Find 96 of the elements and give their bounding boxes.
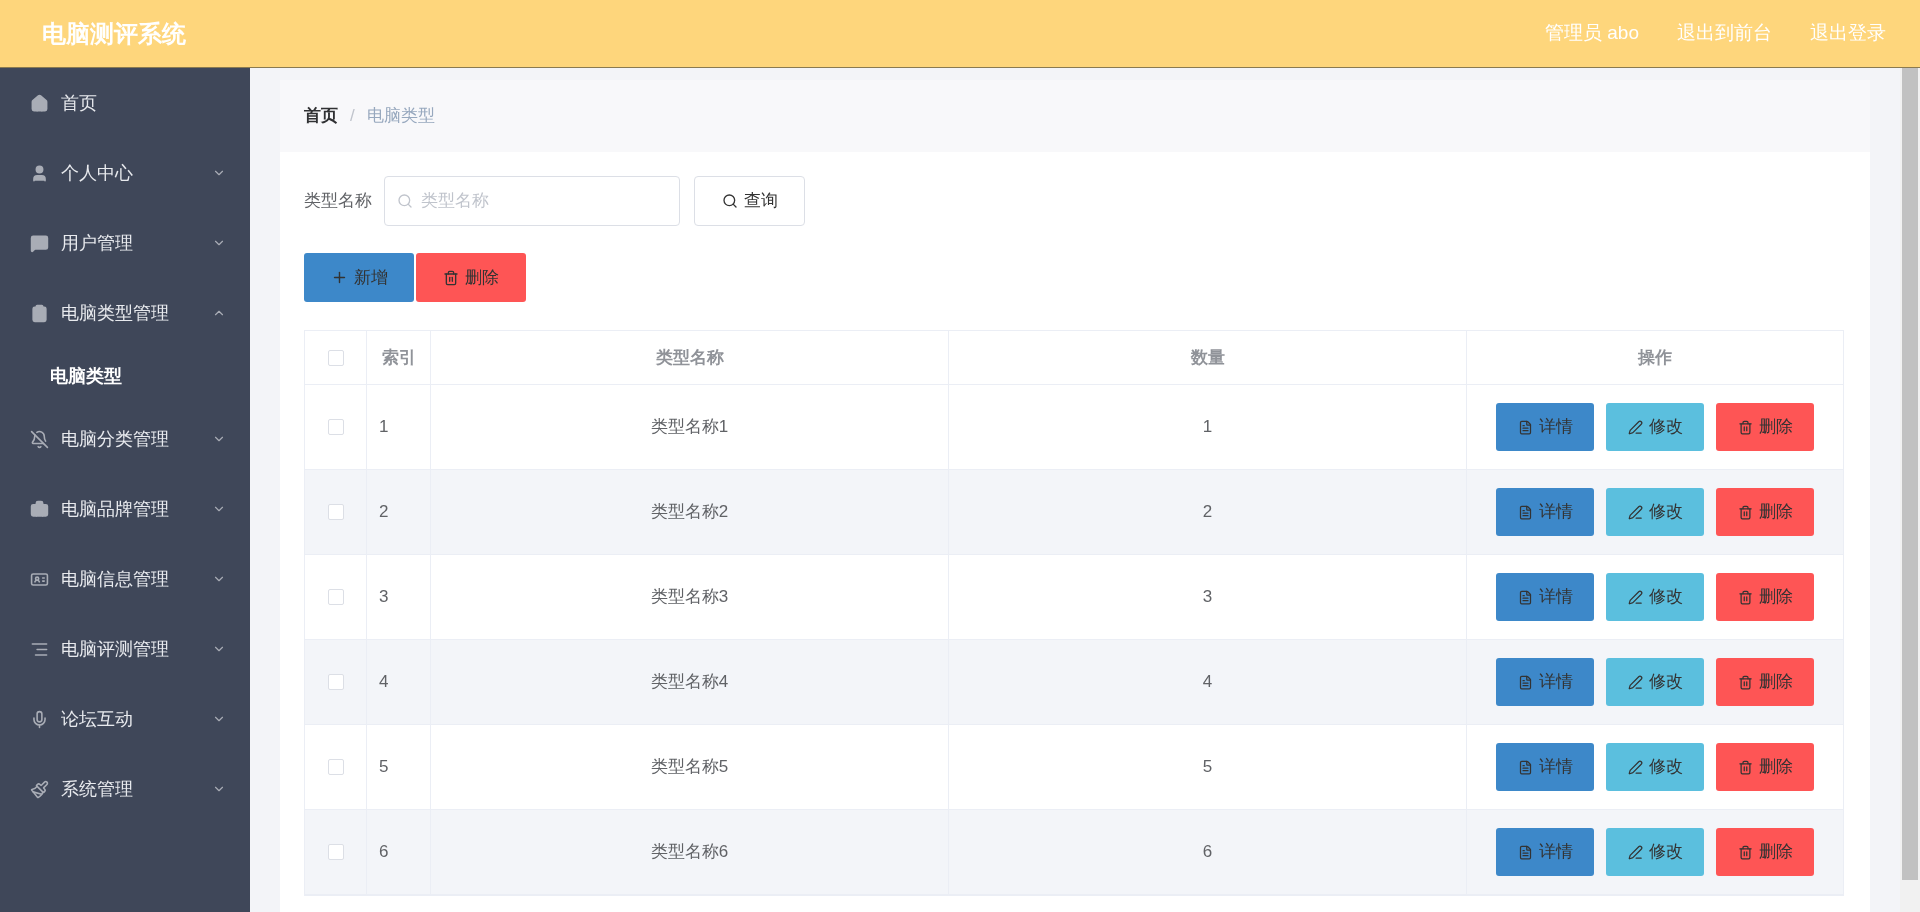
table-cell-text: 1 <box>1202 416 1213 439</box>
checkbox[interactable] <box>327 349 344 366</box>
delete-button[interactable]: 删除 <box>1716 743 1814 791</box>
table-cell-text: 2 <box>1202 501 1213 524</box>
bell-off-icon <box>30 429 49 449</box>
sidebar-item[interactable]: 电脑信息管理 <box>0 544 250 614</box>
trash-icon <box>1737 759 1753 775</box>
search-label: 类型名称 <box>304 190 372 213</box>
sidebar-item[interactable]: 电脑分类管理 <box>0 404 250 474</box>
detail-button[interactable]: 详情 <box>1496 488 1594 536</box>
checkbox[interactable] <box>327 504 344 520</box>
trash-icon <box>443 269 459 286</box>
document-icon <box>1517 419 1533 435</box>
table-cell-text: 6 <box>1202 841 1213 864</box>
pen-icon <box>1627 419 1643 435</box>
sidebar-subitem[interactable]: 电脑类型 <box>0 348 250 404</box>
delete-button[interactable]: 删除 <box>1716 573 1814 621</box>
column-header: 类型名称 <box>655 346 724 369</box>
table-cell-text: 类型名称4 <box>650 671 729 694</box>
column-header: 数量 <box>1190 346 1225 369</box>
search-icon <box>721 193 738 209</box>
microphone-icon <box>30 709 49 729</box>
trash-icon <box>1737 504 1753 520</box>
edit-button[interactable]: 修改 <box>1606 658 1704 706</box>
table-cell-text: 5 <box>1202 756 1213 779</box>
table-cell-text: 1 <box>379 416 389 439</box>
sidebar-item[interactable]: 个人中心 <box>0 138 250 208</box>
pen-icon <box>1627 674 1643 690</box>
pen-icon <box>1627 759 1643 775</box>
column-header: 索引 <box>381 346 416 369</box>
column-header: 操作 <box>1638 346 1672 369</box>
edit-button[interactable]: 修改 <box>1606 403 1704 451</box>
table-cell-text: 类型名称5 <box>650 756 729 779</box>
table-cell-text: 3 <box>1202 586 1213 609</box>
delete-button[interactable]: 删除 <box>1716 658 1814 706</box>
add-button[interactable]: 新增 <box>304 253 414 302</box>
scrollbar[interactable] <box>1900 68 1920 912</box>
checkbox[interactable] <box>327 589 344 605</box>
chat-icon <box>30 233 49 253</box>
edit-button[interactable]: 修改 <box>1606 573 1704 621</box>
table-cell-text: 类型名称6 <box>650 841 729 864</box>
search-button[interactable]: 查询 <box>694 176 805 226</box>
table-cell-text: 2 <box>379 501 389 524</box>
sidebar-item[interactable]: 论坛互动 <box>0 684 250 754</box>
breadcrumb-separator: / <box>350 105 355 128</box>
trash-icon <box>1737 419 1753 435</box>
sidebar-item[interactable]: 电脑评测管理 <box>0 614 250 684</box>
delete-button[interactable]: 删除 <box>1716 403 1814 451</box>
pen-icon <box>1627 504 1643 520</box>
document-icon <box>1517 844 1533 860</box>
edit-button[interactable]: 修改 <box>1606 488 1704 536</box>
table-cell-text: 类型名称1 <box>650 416 729 439</box>
checkbox[interactable] <box>327 674 344 690</box>
document-icon <box>1517 674 1533 690</box>
checkbox[interactable] <box>327 419 344 435</box>
briefcase-icon <box>30 499 49 519</box>
brush-icon <box>30 779 49 799</box>
document-icon <box>1517 504 1533 520</box>
delete-button[interactable]: 删除 <box>1716 488 1814 536</box>
table-cell-text: 类型名称2 <box>650 501 729 524</box>
detail-button[interactable]: 详情 <box>1496 828 1594 876</box>
search-field[interactable]: 类型名称 <box>384 176 680 226</box>
detail-button[interactable]: 详情 <box>1496 743 1594 791</box>
pen-icon <box>1627 844 1643 860</box>
delete-button[interactable]: 删除 <box>1716 828 1814 876</box>
delete-button[interactable]: 删除 <box>416 253 526 302</box>
trash-icon <box>1737 844 1753 860</box>
detail-button[interactable]: 详情 <box>1496 573 1594 621</box>
sidebar-item[interactable]: 首页 <box>0 68 250 138</box>
table-cell-text: 3 <box>379 586 389 609</box>
edit-button[interactable]: 修改 <box>1606 828 1704 876</box>
checkbox[interactable] <box>327 759 344 775</box>
trash-icon <box>1737 674 1753 690</box>
table-cell-text: 4 <box>379 671 389 694</box>
table-cell-text: 类型名称3 <box>650 586 729 609</box>
table-cell-text: 5 <box>379 756 389 779</box>
sidebar-item[interactable]: 电脑类型管理 <box>0 278 250 348</box>
document-icon <box>1517 759 1533 775</box>
clipboard-icon <box>30 303 49 323</box>
table-cell-text: 6 <box>379 841 389 864</box>
pen-icon <box>1627 589 1643 605</box>
home-icon <box>30 93 49 113</box>
search-icon <box>397 193 413 209</box>
detail-button[interactable]: 详情 <box>1496 658 1594 706</box>
sidebar-item[interactable]: 用户管理 <box>0 208 250 278</box>
app-title: 电脑测评系统 <box>42 18 186 49</box>
detail-button[interactable]: 详情 <box>1496 403 1594 451</box>
user-icon <box>30 163 49 183</box>
edit-button[interactable]: 修改 <box>1606 743 1704 791</box>
checkbox[interactable] <box>327 844 344 860</box>
breadcrumb-link[interactable]: 首页 <box>304 103 338 129</box>
table-cell-text: 4 <box>1202 671 1213 694</box>
sidebar-item[interactable]: 系统管理 <box>0 754 250 824</box>
document-icon <box>1517 589 1533 605</box>
trash-icon <box>1737 589 1753 605</box>
sidebar-item[interactable]: 电脑品牌管理 <box>0 474 250 544</box>
